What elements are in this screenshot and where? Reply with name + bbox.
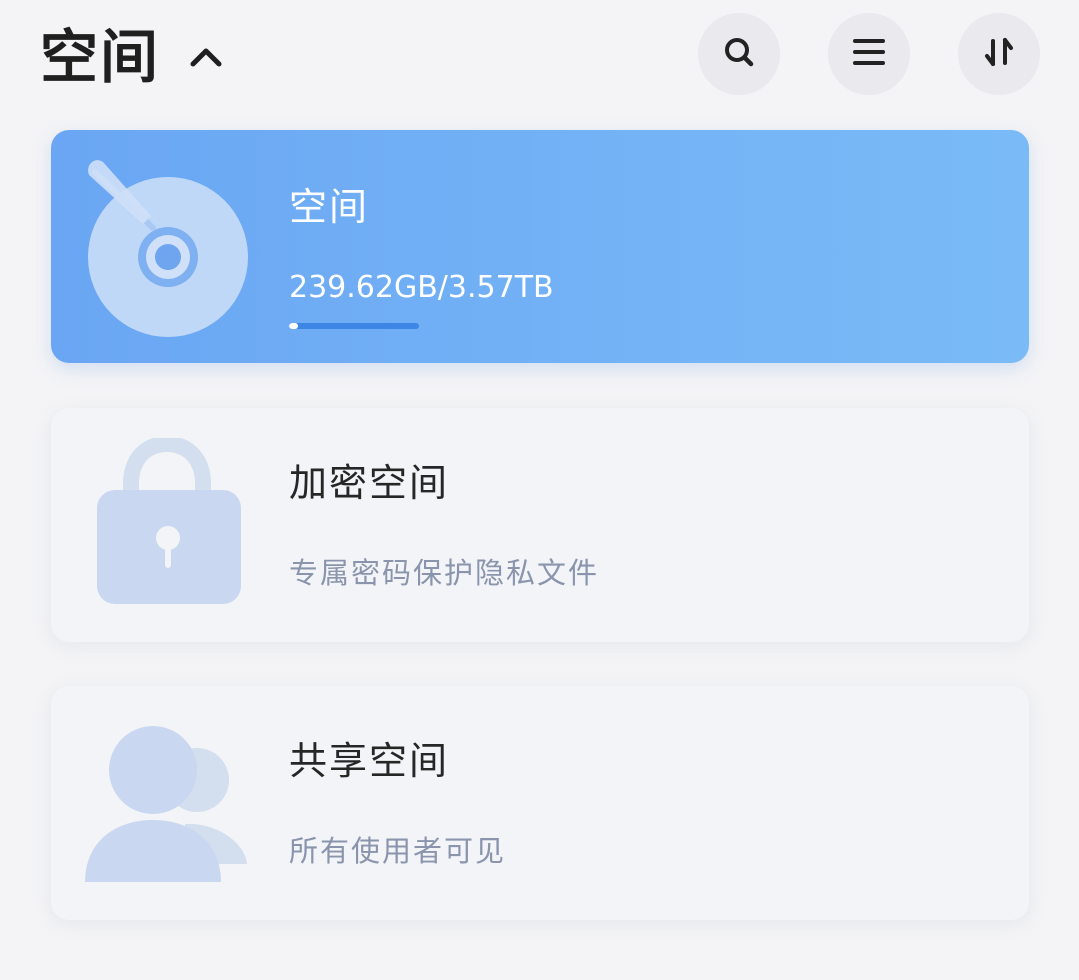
sort-icon bbox=[981, 34, 1017, 74]
search-button[interactable] bbox=[698, 13, 780, 95]
header: 空间 bbox=[0, 0, 1079, 110]
shared-space-card[interactable]: 共享空间 所有使用者可见 bbox=[51, 686, 1029, 920]
space-card-title: 空间 bbox=[289, 185, 370, 229]
users-icon bbox=[85, 724, 255, 888]
lock-icon bbox=[95, 435, 245, 612]
page-title: 空间 bbox=[40, 23, 161, 91]
menu-icon bbox=[851, 34, 887, 74]
disc-icon bbox=[81, 150, 261, 354]
encrypted-space-subtitle: 专属密码保护隐私文件 bbox=[289, 556, 600, 590]
shared-space-title: 共享空间 bbox=[289, 739, 450, 783]
sort-button[interactable] bbox=[958, 13, 1040, 95]
encrypted-space-title: 加密空间 bbox=[289, 461, 450, 505]
storage-progress-bar bbox=[289, 323, 419, 329]
space-selector[interactable]: 空间 bbox=[40, 22, 226, 92]
storage-progress-fill bbox=[289, 323, 298, 329]
menu-button[interactable] bbox=[828, 13, 910, 95]
space-card[interactable]: 空间 239.62GB/3.57TB bbox=[51, 130, 1029, 363]
encrypted-space-card[interactable]: 加密空间 专属密码保护隐私文件 bbox=[51, 408, 1029, 642]
shared-space-subtitle: 所有使用者可见 bbox=[289, 834, 507, 868]
chevron-up-icon bbox=[186, 37, 226, 77]
storage-usage: 239.62GB/3.57TB bbox=[289, 270, 554, 305]
search-icon bbox=[721, 34, 757, 74]
